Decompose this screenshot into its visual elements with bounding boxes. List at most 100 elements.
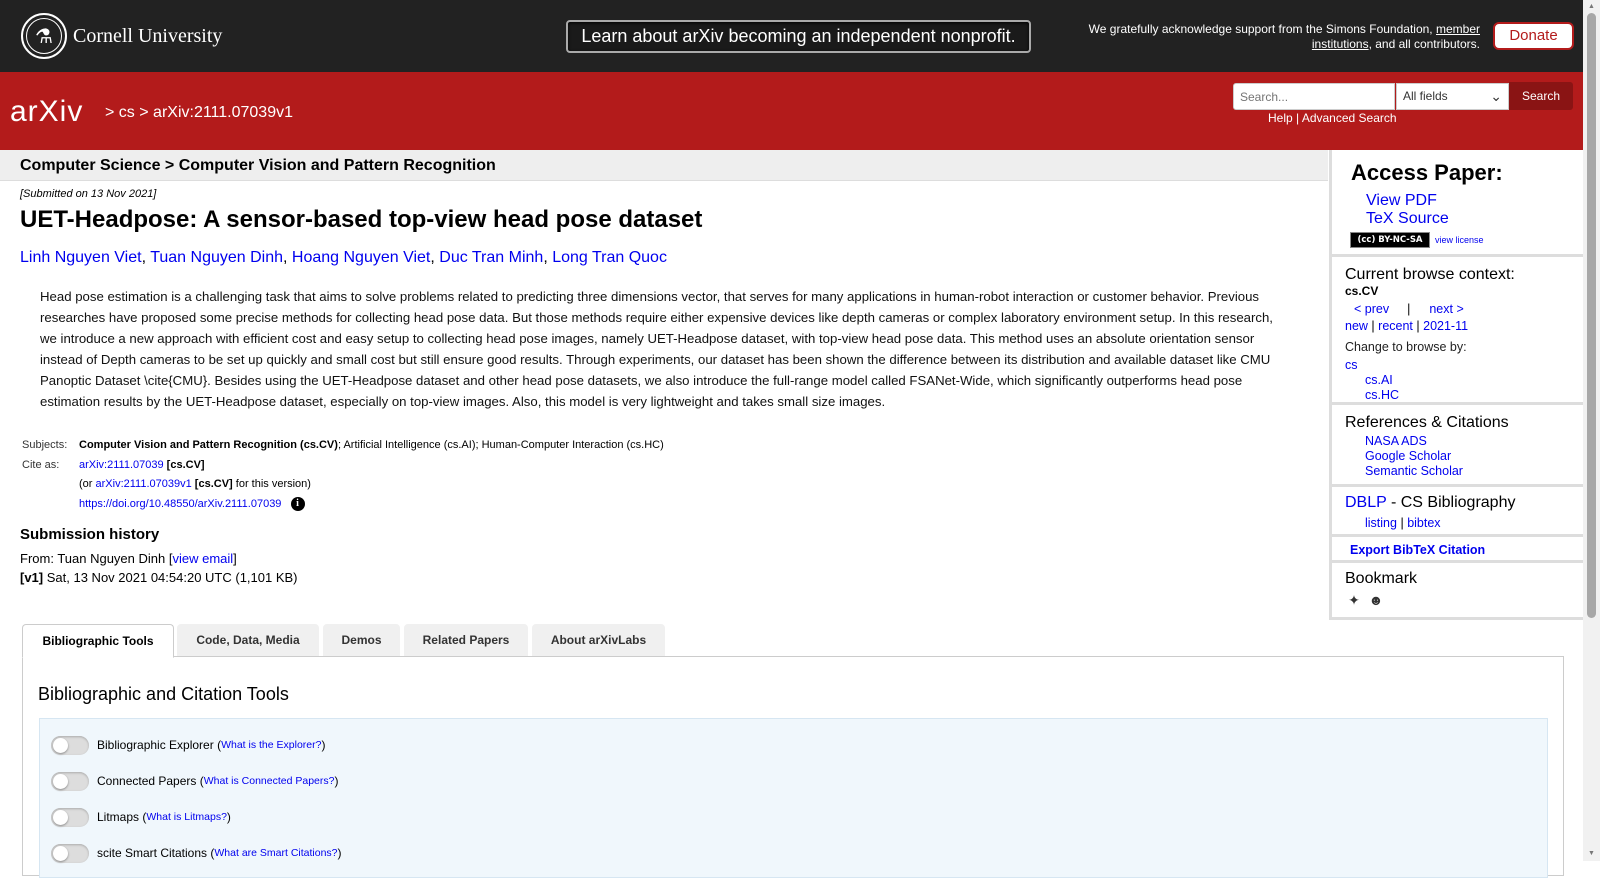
author-link[interactable]: Duc Tran Minh [439, 249, 543, 266]
current-context: cs.CV [1345, 284, 1379, 298]
tool-help-link[interactable]: What are Smart Citations? [214, 847, 337, 859]
breadcrumb-paper-id: arXiv:2111.07039v1 [153, 104, 293, 121]
view-pdf-link[interactable]: View PDF [1366, 192, 1437, 210]
arxiv-logo-icon[interactable]: arXiv [10, 92, 102, 132]
next-link[interactable]: next > [1429, 302, 1463, 316]
abstract: Head pose estimation is a challenging ta… [40, 289, 1273, 409]
toggle-switch[interactable] [51, 807, 89, 827]
tool-name: scite Smart Citations [97, 846, 208, 860]
export-bibtex-link[interactable]: Export BibTeX Citation [1350, 543, 1485, 557]
bibsonomy-icon[interactable]: ✦ [1345, 591, 1363, 609]
bookmark-heading: Bookmark [1345, 570, 1418, 587]
tool-help-link[interactable]: What is the Explorer? [221, 739, 321, 751]
info-icon[interactable]: i [290, 496, 305, 511]
bookmark-box: Bookmark ✦ ☻ [1332, 563, 1583, 617]
from-close: ] [233, 551, 237, 566]
cite-category: [cs.CV] [194, 478, 233, 490]
tool-row: scite Smart Citations (What are Smart Ci… [51, 843, 342, 863]
advanced-search-link[interactable]: Advanced Search [1302, 111, 1397, 125]
cite-label: Cite as: [22, 458, 60, 471]
cite-or: (or [79, 478, 93, 490]
reddit-icon[interactable]: ☻ [1367, 591, 1385, 609]
subjects-label: Subjects: [22, 439, 68, 451]
context-nav: < prev | next > [1354, 302, 1464, 316]
cornell-name: Cornell University [73, 24, 223, 47]
cite-version-tail: for this version) [235, 478, 311, 490]
search-field-select[interactable]: All fields ⌄ [1396, 83, 1509, 110]
tool-row: Connected Papers (What is Connected Pape… [51, 771, 339, 791]
tab-about-arxivlabs[interactable]: About arXivLabs [532, 624, 665, 657]
author-link[interactable]: Tuan Nguyen Dinh [150, 249, 283, 266]
author-link[interactable]: Linh Nguyen Viet [20, 249, 142, 266]
version-details: Sat, 13 Nov 2021 04:54:20 UTC (1,101 KB) [46, 570, 298, 585]
category-bar: Computer Science > Computer Vision and P… [0, 150, 1328, 181]
secondary-subjects: ; Artificial Intelligence (cs.AI); Human… [337, 439, 664, 451]
author-link[interactable]: Long Tran Quoc [552, 249, 667, 266]
tab-code-data-media[interactable]: Code, Data, Media [177, 624, 319, 657]
google-scholar-link[interactable]: Google Scholar [1365, 449, 1451, 463]
listing-separator: | [1371, 319, 1375, 333]
doi-link[interactable]: https://doi.org/10.48550/arXiv.2111.0703… [79, 498, 281, 510]
dblp-heading: DBLP - CS Bibliography [1345, 494, 1515, 512]
support-acknowledgement: We gratefully acknowledge support from t… [1080, 22, 1480, 52]
arxiv-logo-text: arXiv [10, 95, 83, 128]
prev-link[interactable]: < prev [1354, 302, 1389, 316]
subjects-row: Subjects: Computer Vision and Pattern Re… [22, 436, 664, 456]
view-email-link[interactable]: view email [172, 551, 233, 566]
dblp-link[interactable]: DBLP [1345, 494, 1387, 511]
dblp-bibtex-link[interactable]: bibtex [1407, 516, 1440, 530]
tab-bibliographic-tools[interactable]: Bibliographic Tools [22, 624, 174, 658]
dblp-tail: - CS Bibliography [1386, 494, 1516, 511]
submission-from: From: Tuan Nguyen Dinh [view email] [20, 551, 237, 566]
tab-related-papers[interactable]: Related Papers [404, 624, 528, 657]
tool-help-link[interactable]: What is Litmaps? [146, 811, 227, 823]
top-banner: ⚗ Cornell University Learn about arXiv b… [0, 0, 1583, 72]
references-box: References & Citations NASA ADS Google S… [1332, 405, 1583, 487]
dblp-listing-link[interactable]: listing [1365, 516, 1397, 530]
recent-link[interactable]: recent [1378, 319, 1413, 333]
tab-demos[interactable]: Demos [323, 624, 400, 657]
scrollbar-thumb[interactable] [1587, 13, 1596, 618]
search-input[interactable] [1233, 83, 1395, 110]
primary-subject: Computer Vision and Pattern Recognition … [79, 439, 338, 451]
browse-cs-link[interactable]: cs [1345, 358, 1358, 372]
version-label: [v1] [20, 570, 44, 585]
scroll-up-arrow-icon[interactable]: ▲ [1586, 2, 1597, 12]
cite-id-link[interactable]: arXiv:2111.07039 [79, 459, 164, 471]
toggle-switch[interactable] [51, 735, 89, 755]
submission-history-heading: Submission history [20, 526, 160, 543]
search-field-value: All fields [1403, 89, 1448, 103]
cite-version-row: (or arXiv:2111.07039v1 [cs.CV] for this … [22, 475, 664, 495]
cite-row: Cite as: arXiv:2111.07039 [cs.CV] [22, 456, 664, 476]
toggle-switch[interactable] [51, 843, 89, 863]
submission-date: [Submitted on 13 Nov 2021] [20, 188, 157, 200]
cite-category: [cs.CV] [166, 458, 205, 471]
tex-source-link[interactable]: TeX Source [1366, 210, 1449, 228]
nonprofit-announcement-button[interactable]: Learn about arXiv becoming an independen… [566, 20, 1031, 53]
month-link[interactable]: 2021-11 [1423, 319, 1468, 333]
cc-license-icon[interactable]: (cc) BY-NC-SA [1350, 232, 1430, 248]
help-link[interactable]: Help [1268, 111, 1293, 125]
browse-context-box: Current browse context: cs.CV < prev | nex… [1332, 257, 1583, 405]
tool-row: Bibliographic Explorer (What is the Expl… [51, 735, 325, 755]
donate-button[interactable]: Donate [1493, 22, 1574, 50]
toggle-switch[interactable] [51, 771, 89, 791]
semantic-scholar-link[interactable]: Semantic Scholar [1365, 464, 1463, 478]
dblp-separator: | [1400, 516, 1404, 530]
cite-version-link[interactable]: arXiv:2111.07039v1 [96, 478, 192, 490]
breadcrumb-cs[interactable]: cs [119, 104, 135, 121]
scroll-down-arrow-icon[interactable]: ▼ [1586, 849, 1597, 859]
view-license-link[interactable]: view license [1435, 235, 1484, 245]
dblp-links: listing | bibtex [1365, 516, 1441, 530]
cornell-logo-link[interactable]: ⚗ Cornell University [21, 13, 222, 59]
export-box: Export BibTeX Citation [1332, 537, 1583, 563]
browse-cs-hc-link[interactable]: cs.HC [1365, 388, 1399, 402]
tool-help-link[interactable]: What is Connected Papers? [204, 775, 335, 787]
search-button[interactable]: Search [1509, 82, 1573, 110]
new-link[interactable]: new [1345, 319, 1368, 333]
cornell-seal-icon: ⚗ [21, 13, 67, 59]
author-link[interactable]: Hoang Nguyen Viet [292, 249, 430, 266]
browse-cs-ai-link[interactable]: cs.AI [1365, 373, 1393, 387]
breadcrumb-separator: > [105, 104, 115, 121]
nasa-ads-link[interactable]: NASA ADS [1365, 434, 1427, 448]
